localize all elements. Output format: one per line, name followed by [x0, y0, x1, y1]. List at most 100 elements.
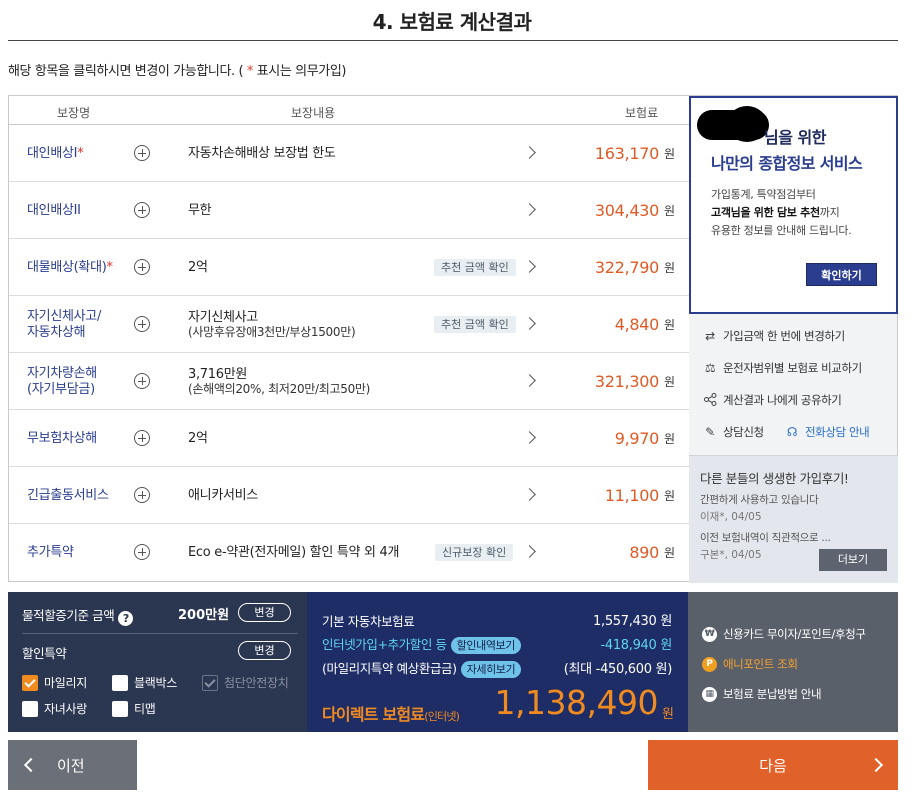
- review-text[interactable]: 이전 보험내역이 직관적으로 ...: [700, 530, 831, 545]
- plus-circle-icon[interactable]: [134, 430, 150, 446]
- review-text[interactable]: 간편하게 사용하고 있습니다: [700, 492, 819, 507]
- chevron-right-icon[interactable]: [523, 431, 536, 444]
- premium-summary: 기본 자동차보험료 1,557,430 원 인터넷가입+추가할인 등 할인내역보기…: [307, 592, 688, 732]
- coverage-content-sub: (손해액의20%, 최저20만/최고50만): [188, 381, 371, 396]
- promo-desc2-bold: 고객님을 위한 담보 추천: [711, 206, 820, 219]
- table-row[interactable]: 대물배상(확대) * 2억 추천 금액 확인 322,790 원: [9, 239, 689, 296]
- table-row[interactable]: 자기차량손해 (자기부담금) 3,716만원 (손해액의20%, 최저20만/최고5…: [9, 353, 689, 410]
- checkbox-blackbox[interactable]: 블랙박스: [112, 674, 177, 691]
- table-row[interactable]: 대인배상II 무한 304,430 원: [9, 182, 689, 239]
- coverage-content-text: 자기신체사고: [188, 309, 258, 325]
- help-icon[interactable]: ?: [118, 611, 134, 626]
- header-content: 보장내용: [291, 106, 336, 120]
- phone-consult-link[interactable]: ☊ 전화상담 안내: [785, 424, 870, 440]
- scale-icon: ⚖: [704, 361, 716, 375]
- recommend-tag-button[interactable]: 추천 금액 확인: [434, 316, 516, 333]
- checkbox-unchecked-icon: [22, 700, 38, 717]
- checkbox-label: 자녀사랑: [44, 702, 87, 716]
- table-row[interactable]: 대인배상I * 자동차손해배상 보장법 한도 163,170 원: [9, 125, 689, 182]
- premium-amount: 163,170: [594, 144, 659, 163]
- coverage-content[interactable]: Eco e-약관(전자메일) 할인 특약 외 4개: [188, 524, 399, 581]
- chevron-right-icon[interactable]: [523, 374, 536, 387]
- discount-change-button[interactable]: 변경: [238, 641, 291, 660]
- payment-panel: ₩ 신용카드 무이자/포인트/후청구 P 애니포인트 조회 ▦ 보험료 분납방법 안내: [688, 592, 898, 732]
- property-change-button[interactable]: 변경: [238, 603, 291, 622]
- more-reviews-button[interactable]: 더보기: [819, 549, 887, 571]
- coverage-name-text: 긴급출동서비스: [27, 487, 109, 503]
- premium-amount: 9,970: [614, 429, 660, 448]
- coverage-name[interactable]: 무보험차상해: [27, 410, 97, 467]
- checkbox-mileage[interactable]: 마일리지: [22, 674, 87, 691]
- plus-circle-icon[interactable]: [134, 145, 150, 161]
- premium-amount: 304,430: [594, 201, 659, 220]
- chevron-right-icon[interactable]: [523, 317, 536, 330]
- checkbox-safety-device: 첨단안전장치: [202, 674, 289, 691]
- coverage-name[interactable]: 대인배상I *: [27, 125, 84, 182]
- coverage-name[interactable]: 대인배상II: [27, 182, 81, 239]
- share-link[interactable]: 계산결과 나에게 공유하기: [703, 392, 842, 408]
- coverage-name[interactable]: 대물배상(확대) *: [27, 239, 113, 296]
- plus-circle-icon[interactable]: [134, 316, 150, 332]
- coverage-name[interactable]: 자기신체사고/ 자동차상해: [27, 296, 101, 353]
- coverage-content[interactable]: 무한: [188, 182, 212, 239]
- compare-link[interactable]: ⚖ 운전자범위별 보험료 비교하기: [703, 360, 862, 376]
- coverage-name[interactable]: 긴급출동서비스: [27, 467, 109, 524]
- checkbox-child[interactable]: 자녀사랑: [22, 700, 87, 717]
- promo-desc3: 유용한 정보를 안내해 드립니다.: [711, 224, 852, 237]
- consult-link[interactable]: ✎ 상담신청: [703, 424, 764, 440]
- coverage-content[interactable]: 애니카서비스: [188, 467, 258, 524]
- promo-line2: 나만의 종합정보 서비스: [711, 154, 863, 173]
- plus-circle-icon[interactable]: [134, 544, 150, 560]
- point-inquiry-link[interactable]: P 애니포인트 조회: [702, 656, 798, 672]
- coverage-name-text: 자기차량손해 (자기부담금): [27, 365, 97, 397]
- confirm-button[interactable]: 확인하기: [806, 263, 877, 286]
- total-unit: 원: [662, 707, 674, 722]
- chevron-right-icon[interactable]: [523, 260, 536, 273]
- coverage-content[interactable]: 2억: [188, 239, 208, 296]
- recommend-tag-button[interactable]: 추천 금액 확인: [434, 259, 516, 276]
- base-premium-label: 기본 자동차보험료: [322, 614, 415, 629]
- coverage-content[interactable]: 2억: [188, 410, 208, 467]
- installment-link[interactable]: ▦ 보험료 분납방법 안내: [702, 686, 822, 702]
- prev-label: 이전: [57, 757, 85, 775]
- plus-circle-icon[interactable]: [134, 202, 150, 218]
- checkbox-tmap[interactable]: 티맵: [112, 700, 156, 717]
- premium-unit: 원: [663, 147, 675, 161]
- chevron-right-icon[interactable]: [523, 545, 536, 558]
- card-benefit-link[interactable]: ₩ 신용카드 무이자/포인트/후청구: [702, 626, 866, 642]
- next-button[interactable]: 다음: [648, 740, 898, 790]
- coverage-name[interactable]: 자기차량손해 (자기부담금): [27, 353, 97, 410]
- calculator-icon: ▦: [702, 686, 717, 702]
- chevron-right-icon[interactable]: [523, 146, 536, 159]
- table-row[interactable]: 무보험차상해 2억 9,970 원: [9, 410, 689, 467]
- required-star: *: [77, 145, 84, 161]
- right-panel: 님을 위한 나만의 종합정보 서비스 가입통계, 특약점검부터 고객님을 위한 …: [689, 95, 898, 583]
- notice-post: 표시는 의무가입): [253, 64, 347, 79]
- internet-discount-label: 인터넷가입+추가할인 등 할인내역보기: [322, 634, 521, 654]
- property-label-text: 물적할증기준 금액: [22, 608, 115, 623]
- discount-detail-button[interactable]: 할인내역보기: [450, 637, 521, 654]
- coverage-name-text: 대인배상II: [27, 202, 81, 218]
- table-row[interactable]: 추가특약 Eco e-약관(전자메일) 할인 특약 외 4개 신규보장 확인 890 원: [9, 524, 689, 581]
- won-icon: ₩: [702, 626, 717, 642]
- info-service-card: 님을 위한 나만의 종합정보 서비스 가입통계, 특약점검부터 고객님을 위한 …: [689, 96, 898, 314]
- coverage-name[interactable]: 추가특약: [27, 524, 74, 581]
- mileage-detail-button[interactable]: 자세히보기: [460, 661, 522, 678]
- card-benefit-label: 신용카드 무이자/포인트/후청구: [723, 627, 866, 641]
- chevron-right-icon[interactable]: [523, 488, 536, 501]
- table-row[interactable]: 자기신체사고/ 자동차상해 자기신체사고 (사망후유장애3천만/부상1500만) 추천…: [9, 296, 689, 353]
- table-row[interactable]: 긴급출동서비스 애니카서비스 11,100 원: [9, 467, 689, 524]
- checkbox-label: 마일리지: [44, 676, 87, 690]
- plus-circle-icon[interactable]: [134, 373, 150, 389]
- recommend-tag-button[interactable]: 신규보장 확인: [435, 544, 514, 561]
- chevron-right-icon[interactable]: [523, 203, 536, 216]
- plus-circle-icon[interactable]: [134, 259, 150, 275]
- coverage-content[interactable]: 3,716만원 (손해액의20%, 최저20만/최고50만): [188, 353, 370, 410]
- coverage-content[interactable]: 자기신체사고 (사망후유장애3천만/부상1500만): [188, 296, 356, 353]
- property-value: 200만원: [178, 608, 230, 623]
- change-all-link[interactable]: ⇄ 가입금액 한 번에 변경하기: [703, 328, 845, 344]
- premium-unit: 원: [663, 375, 675, 389]
- coverage-content[interactable]: 자동차손해배상 보장법 한도: [188, 125, 336, 182]
- plus-circle-icon[interactable]: [134, 487, 150, 503]
- prev-button[interactable]: 이전: [8, 740, 137, 790]
